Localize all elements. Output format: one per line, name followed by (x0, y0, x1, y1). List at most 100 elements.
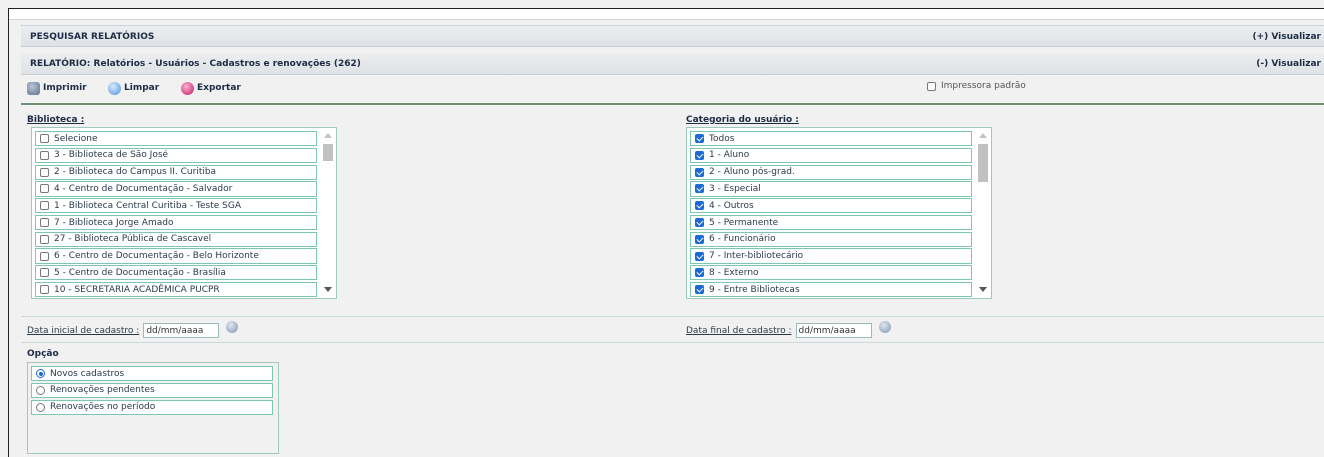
search-reports-bar[interactable]: PESQUISAR RELATÓRIOS (+) Visualizar (21, 25, 1324, 47)
user-category-label: Categoria do usuário : (686, 115, 799, 125)
list-item[interactable]: 6 - Funcionário (690, 231, 972, 247)
list-item[interactable]: 5 - Centro de Documentação - Brasília (35, 265, 317, 281)
scroll-down-icon[interactable] (324, 287, 332, 292)
calendar-icon[interactable] (226, 320, 239, 333)
library-scrollbar[interactable] (321, 130, 335, 296)
list-item[interactable]: 8 - Externo (690, 265, 972, 281)
item-label: 4 - Centro de Documentação - Salvador (54, 183, 233, 194)
end-date-input[interactable] (795, 323, 872, 338)
option-item[interactable]: Novos cadastros (31, 366, 273, 382)
item-label: 5 - Centro de Documentação - Brasília (54, 267, 226, 278)
scroll-thumb[interactable] (978, 144, 988, 182)
print-label: Imprimir (43, 83, 87, 93)
clear-button[interactable]: Limpar (108, 80, 159, 96)
item-checkbox[interactable] (695, 184, 704, 194)
item-checkbox[interactable] (695, 201, 704, 211)
list-item[interactable]: 27 - Biblioteca Pública de Cascavel (35, 231, 317, 247)
export-button[interactable]: Exportar (181, 80, 241, 96)
item-checkbox[interactable] (695, 218, 704, 227)
calendar-icon[interactable] (878, 320, 891, 333)
item-checkbox[interactable] (40, 184, 49, 194)
list-item[interactable]: Todos (690, 131, 972, 147)
item-checkbox[interactable] (695, 285, 704, 295)
start-date-input[interactable] (143, 323, 220, 338)
export-label: Exportar (197, 83, 241, 93)
option-item[interactable]: Renovações pendentes (31, 382, 273, 398)
list-item[interactable]: 7 - Inter-bibliotecário (690, 248, 972, 264)
start-date-label: Data inicial de cadastro : (27, 325, 140, 336)
list-item[interactable]: 1 - Aluno (690, 147, 972, 163)
item-checkbox[interactable] (40, 167, 49, 177)
item-checkbox[interactable] (40, 234, 49, 244)
list-item[interactable]: 5 - Permanente (690, 214, 972, 231)
user-category-listbox[interactable]: Todos 1 - Aluno 2 - Aluno pós-grad. 3 - Esp… (686, 127, 992, 299)
option-group: Novos cadastros Renovações pendentes Renov… (27, 362, 279, 454)
library-label: Biblioteca : (27, 115, 85, 125)
item-checkbox[interactable] (40, 134, 49, 144)
option-radio[interactable] (36, 369, 45, 379)
option-item[interactable]: Renovações no período (31, 399, 273, 415)
list-item[interactable]: 2 - Aluno pós-grad. (690, 164, 972, 180)
option-radio[interactable] (36, 385, 45, 395)
user-category-list: Todos 1 - Aluno 2 - Aluno pós-grad. 3 - Esp… (690, 131, 972, 299)
item-label: 1 - Biblioteca Central Curitiba - Teste … (54, 200, 241, 211)
item-label: Renovações pendentes (50, 385, 155, 396)
item-checkbox[interactable] (40, 285, 49, 295)
option-radio[interactable] (36, 402, 45, 412)
list-item[interactable]: Selecione (35, 131, 317, 147)
scroll-thumb[interactable] (323, 144, 333, 161)
list-item[interactable]: 3 - Biblioteca de São José (35, 147, 317, 163)
print-button[interactable]: Imprimir (27, 80, 87, 96)
report-bar[interactable]: RELATÓRIO: Relatórios - Usuários - Cadas… (21, 53, 1324, 75)
search-reports-title: PESQUISAR RELATÓRIOS (30, 32, 155, 42)
item-checkbox[interactable] (695, 134, 704, 144)
default-printer-checkbox[interactable] (927, 81, 936, 91)
library-listbox[interactable]: Selecione 3 - Biblioteca de São José 2 - B… (31, 127, 337, 299)
item-checkbox[interactable] (695, 150, 704, 160)
item-label: 1 - Aluno (709, 150, 750, 161)
item-checkbox[interactable] (40, 150, 49, 160)
top-strip (9, 9, 1324, 20)
search-reports-toggle[interactable]: (+) Visualizar (1252, 32, 1321, 42)
list-item[interactable]: 6 - Centro de Documentação - Belo Horizo… (35, 248, 317, 264)
item-label: Novos cadastros (50, 368, 125, 379)
item-checkbox[interactable] (695, 234, 704, 244)
item-label: 7 - Inter-bibliotecário (709, 251, 804, 262)
divider (21, 316, 1324, 317)
item-checkbox[interactable] (40, 268, 49, 278)
end-date-label: Data final de cadastro : (686, 325, 792, 336)
list-item[interactable]: 9 - Entre Bibliotecas (690, 282, 972, 298)
default-printer-option[interactable]: Impressora padrão (927, 81, 1026, 91)
item-label: Selecione (54, 133, 98, 144)
report-toggle[interactable]: (-) Visualizar (1256, 59, 1321, 69)
list-item[interactable]: 4 - Outros (690, 198, 972, 214)
library-list: Selecione 3 - Biblioteca de São José 2 - B… (35, 131, 317, 299)
item-label: 9 - Entre Bibliotecas (709, 284, 800, 295)
item-label: 6 - Centro de Documentação - Belo Horizo… (54, 251, 259, 262)
item-checkbox[interactable] (695, 167, 704, 177)
list-item[interactable]: 10 - SECRETARIA ACADÊMICA PUCPR (35, 282, 317, 298)
item-checkbox[interactable] (695, 251, 704, 261)
list-item[interactable]: 2 - Biblioteca do Campus II. Curitiba (35, 164, 317, 180)
option-title: Opção (27, 349, 59, 359)
default-printer-label: Impressora padrão (941, 81, 1026, 91)
item-label: Todos (709, 133, 735, 144)
item-checkbox[interactable] (40, 251, 49, 261)
list-item[interactable]: 1 - Biblioteca Central Curitiba - Teste … (35, 198, 317, 214)
item-label: 27 - Biblioteca Pública de Cascavel (54, 234, 212, 245)
toolbar: Imprimir Limpar Exportar Impressora padr… (21, 77, 1324, 105)
list-item[interactable]: 4 - Centro de Documentação - Salvador (35, 181, 317, 197)
item-checkbox[interactable] (40, 201, 49, 211)
list-item[interactable]: 3 - Especial (690, 181, 972, 197)
scroll-up-icon[interactable] (324, 133, 332, 138)
end-date-row: Data final de cadastro : (686, 320, 891, 338)
item-checkbox[interactable] (695, 268, 704, 278)
list-item[interactable]: 7 - Biblioteca Jorge Amado (35, 214, 317, 231)
item-label: Renovações no período (50, 402, 156, 413)
scroll-up-icon[interactable] (979, 133, 987, 138)
item-label: 3 - Especial (709, 183, 761, 194)
scroll-down-icon[interactable] (979, 287, 987, 292)
user-category-scrollbar[interactable] (976, 130, 990, 296)
item-label: 6 - Funcionário (709, 234, 776, 245)
item-checkbox[interactable] (40, 218, 49, 227)
